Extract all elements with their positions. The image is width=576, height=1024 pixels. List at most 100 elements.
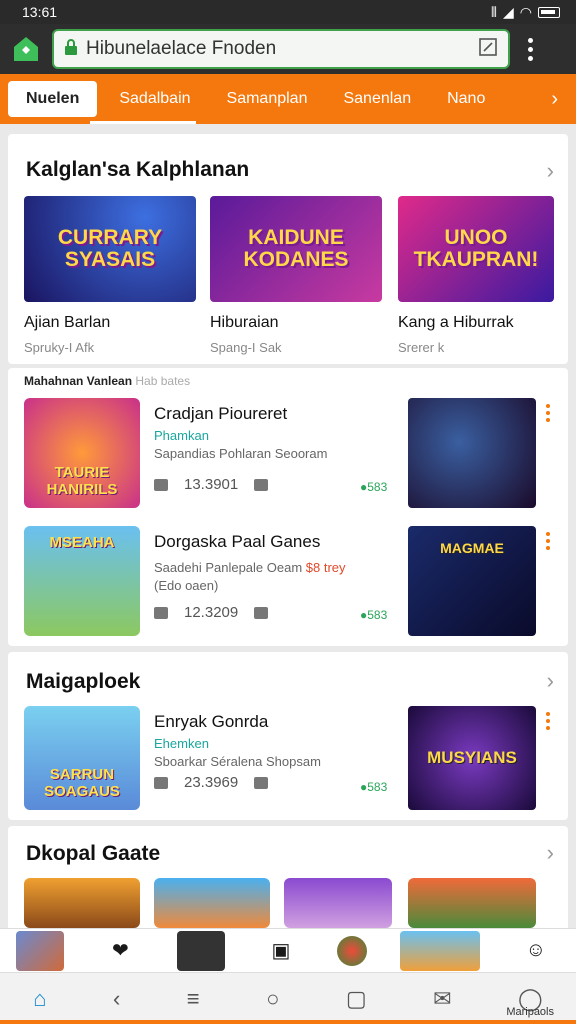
item-count: 23.3969 — [184, 774, 239, 791]
game-art-image: UNOO TKAUPRAN! — [398, 196, 554, 302]
game-thumbnail-image[interactable] — [284, 878, 392, 928]
item-note: (Edo oaen) — [154, 578, 219, 593]
more-options-icon[interactable] — [546, 532, 550, 550]
item-description: Sapandias Pohlaran Seooram — [154, 446, 328, 461]
tab-1[interactable]: Sadalbain — [101, 81, 208, 117]
game-screenshot-image: MAGMAE — [408, 526, 536, 636]
status-bar: 13:61 ⦀ ◢ ◠ — [0, 0, 576, 24]
browser-toolbar: Hibunelaelace Fnoden — [0, 24, 576, 74]
item-rating: ●583 — [360, 608, 388, 622]
address-bar[interactable]: Hibunelaelace Fnoden — [52, 29, 510, 69]
category-tabs: Nuelen Sadalbain Samanplan Sanenlan Nano… — [0, 74, 576, 124]
chevron-right-icon[interactable]: › — [551, 88, 558, 111]
list-header: Mahahnan Vanlean Hab bates — [24, 374, 190, 388]
game-thumbnail-image[interactable] — [408, 878, 536, 928]
list-item[interactable]: TAURIE HANIRILS Cradjan Pioureret Phamka… — [8, 396, 568, 514]
game-icon-image: TAURIE HANIRILS — [24, 398, 140, 508]
game-screenshot-image — [408, 398, 536, 508]
item-meta: 13.3901 — [154, 476, 269, 493]
chevron-right-icon[interactable]: › — [547, 158, 554, 184]
app-shortcut-dock: ❤ ▣ ☺ — [0, 928, 576, 972]
status-icons: ⦀ ◢ ◠ — [491, 4, 560, 21]
list-section: Mahahnan Vanlean Hab bates TAURIE HANIRI… — [8, 368, 568, 646]
list-header-label: Mahahnan Vanlean — [24, 374, 133, 388]
game-screenshot-image: MUSYIANS — [408, 706, 536, 810]
download-icon — [154, 776, 168, 789]
game-thumbnail-image[interactable] — [24, 878, 140, 928]
chevron-right-icon[interactable]: › — [547, 840, 554, 866]
item-description: Saadehi Panlepale Oeam $8 trey — [154, 560, 346, 575]
comment-icon — [254, 606, 269, 619]
bag-icon[interactable]: ▣ — [257, 931, 305, 971]
item-category: Ehemken — [154, 736, 209, 751]
featured-item[interactable]: UNOO TKAUPRAN! Kang a Hiburrak Srerer k — [398, 196, 554, 355]
circle-home-icon[interactable]: ○ — [266, 986, 279, 1012]
item-title: Enryak Gonrda — [154, 712, 269, 731]
heart-icon[interactable]: ❤ — [96, 931, 144, 971]
item-name: Ajian Barlan — [24, 314, 111, 331]
item-count: 13.3901 — [184, 476, 239, 493]
featured-item[interactable]: KAIDUNE KODANES Hiburaian Spang-I Sak — [210, 196, 382, 355]
comment-icon — [254, 478, 269, 491]
item-subtitle: Spang-I Sak — [210, 340, 282, 355]
more-options-icon[interactable] — [546, 404, 550, 422]
back-icon[interactable]: ‹ — [113, 986, 120, 1012]
section-title: Kalglan'sa Kalphlanan — [26, 158, 250, 181]
tab-0[interactable]: Nuelen — [8, 81, 98, 117]
tab-4[interactable]: Nano — [429, 81, 503, 117]
battery-icon — [538, 6, 560, 18]
app-shortcut-icon[interactable] — [16, 930, 65, 971]
list-header-sub: Hab bates — [135, 374, 191, 388]
item-meta: 23.3969 — [154, 774, 269, 791]
item-title: Dorgaska Paal Ganes — [154, 532, 321, 551]
tabs-icon[interactable]: ▢ — [346, 986, 367, 1012]
item-subtitle: Spruky-I Afk — [24, 340, 95, 355]
app-logo-icon[interactable] — [10, 33, 42, 65]
game-thumbnail-image[interactable] — [154, 878, 270, 928]
more-options-icon[interactable] — [546, 712, 550, 730]
status-time: 13:61 — [22, 4, 58, 20]
item-rating: ●583 — [360, 480, 388, 494]
game-icon-image: MSEAHA — [24, 526, 140, 636]
featured-item[interactable]: CURRARY SYASAIS Ajian Barlan Spruky-I Af… — [24, 196, 196, 355]
app-shortcut-icon[interactable] — [337, 935, 368, 966]
profile-icon[interactable]: ☺ — [512, 931, 560, 971]
download-icon — [154, 606, 168, 619]
accent-line — [0, 1020, 576, 1024]
game-art-image: KAIDUNE KODANES — [210, 196, 382, 302]
home-icon[interactable]: ⌂ — [33, 986, 46, 1012]
section-four: Dkopal Gaate › — [8, 826, 568, 936]
url-text: Hibunelaelace Fnoden — [86, 38, 277, 59]
section-three: Maigaploek › SARRUN SOAGAUS Enryak Gonrd… — [8, 652, 568, 820]
item-name: Kang a Hiburrak — [398, 314, 514, 331]
item-price: $8 trey — [305, 560, 346, 575]
chevron-right-icon[interactable]: › — [547, 668, 554, 694]
item-count: 12.3209 — [184, 604, 239, 621]
item-name: Hiburaian — [210, 314, 279, 331]
featured-section: Kalglan'sa Kalphlanan › CURRARY SYASAIS … — [8, 134, 568, 364]
edit-icon[interactable] — [478, 37, 498, 62]
bottom-navigation: ⌂ ‹ ≡ ○ ▢ ✉ ◯ Maripaols — [0, 972, 576, 1024]
item-description: Sboarkar Séralena Shopsam — [154, 754, 321, 769]
item-subtitle: Srerer k — [398, 340, 445, 355]
section-title: Dkopal Gaate — [26, 842, 161, 865]
item-title: Cradjan Pioureret — [154, 404, 288, 423]
item-meta: 12.3209 — [154, 604, 269, 621]
nav-label: Maripaols — [506, 1006, 554, 1018]
overflow-menu-icon[interactable] — [528, 37, 533, 61]
list-item[interactable]: SARRUN SOAGAUS Enryak Gonrda Ehemken Sbo… — [8, 704, 568, 822]
section-title: Maigaploek — [26, 670, 141, 693]
menu-icon[interactable]: ≡ — [187, 986, 200, 1012]
app-shortcut-icon[interactable] — [176, 930, 225, 971]
comment-icon — [254, 776, 269, 789]
tab-2[interactable]: Samanplan — [209, 81, 326, 117]
list-item[interactable]: MSEAHA Dorgaska Paal Ganes Saadehi Panle… — [8, 524, 568, 642]
item-category: Phamkan — [154, 428, 209, 443]
signal-icon: ◢ — [503, 3, 514, 20]
download-icon — [154, 478, 168, 491]
tab-3[interactable]: Sanenlan — [325, 81, 429, 117]
item-rating: ●583 — [360, 780, 388, 794]
tab-indicator — [90, 121, 196, 124]
app-shortcut-icon[interactable] — [399, 930, 480, 971]
mail-icon[interactable]: ✉ — [433, 986, 451, 1012]
